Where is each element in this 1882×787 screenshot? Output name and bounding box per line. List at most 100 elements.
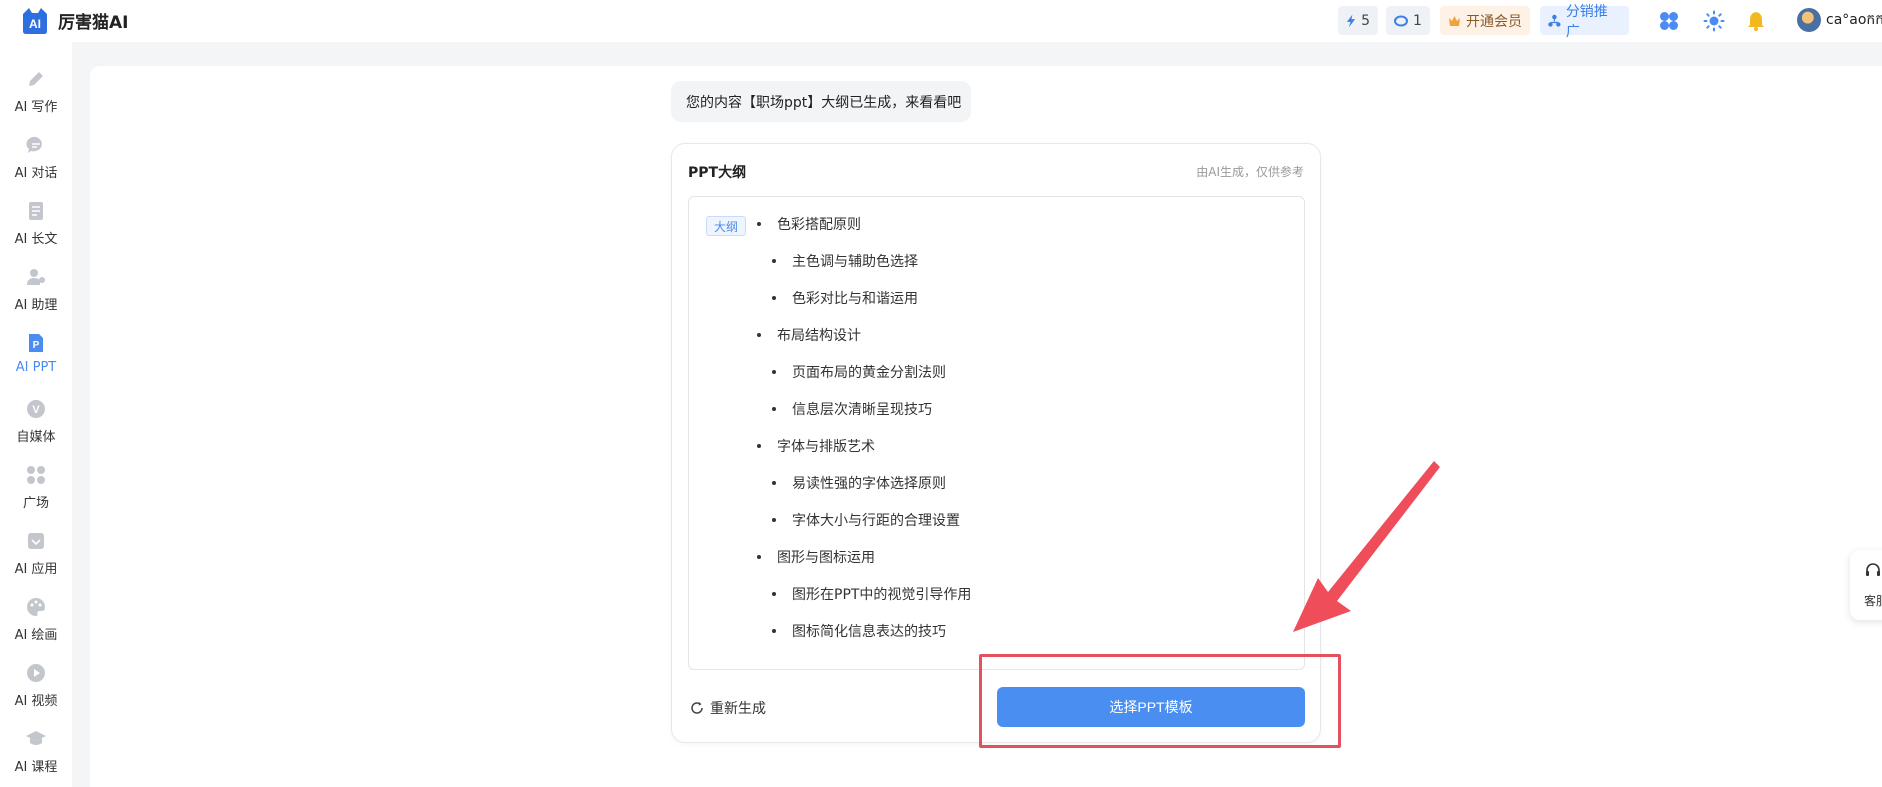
share-label: 分销推广 (1565, 3, 1608, 40)
username: ca°aoកក (1826, 11, 1882, 28)
sidebar-item-ai-apps[interactable]: AI 应用 (0, 530, 72, 586)
brand-name: 厉害猫AI (58, 12, 129, 33)
outline-item: 字体与排版艺术 (757, 436, 875, 456)
sidebar-item-ai-chat[interactable]: AI 对话 (0, 134, 72, 190)
outline-text: 布局结构设计 (777, 328, 861, 344)
sidebar-item-plaza[interactable]: 广场 (0, 464, 72, 520)
user-menu[interactable]: ca°aoកក (1797, 8, 1882, 32)
outline-text: 字体大小与行距的合理设置 (792, 513, 960, 529)
brand-logo-text: AI (29, 17, 41, 31)
outline-content: 大纲 色彩搭配原则 主色调与辅助色选择 色彩对比与和谐运用 布局结构设计 页面布… (688, 196, 1305, 670)
bullet (772, 407, 776, 411)
assistant-message: 您的内容【职场ppt】大纲已生成，来看看吧 (671, 81, 971, 122)
sidebar-item-label: AI 应用 (14, 562, 58, 577)
energy-counter[interactable]: 5 (1338, 6, 1378, 35)
outline-text: 图形与图标运用 (777, 550, 875, 566)
bullet (757, 222, 761, 226)
outline-item: 图形与图标运用 (757, 547, 875, 567)
bullet (772, 370, 776, 374)
brand-logo-icon: AI (23, 8, 47, 34)
vip-label: 开通会员 (1466, 13, 1522, 30)
sidebar-item-label: AI 绘画 (14, 628, 58, 643)
outline-item: 色彩对比与和谐运用 (772, 288, 918, 308)
bullet (757, 555, 761, 559)
document-icon (29, 202, 43, 220)
annotation-arrow-icon (1293, 461, 1440, 632)
outline-item: 色彩搭配原则 (757, 214, 861, 234)
play-icon (27, 664, 45, 682)
outline-text: 色彩搭配原则 (777, 217, 861, 233)
customer-service-label: 客服 (1864, 594, 1882, 608)
regenerate-label: 重新生成 (710, 701, 766, 717)
avatar (1797, 8, 1821, 32)
outline-text: 字体与排版艺术 (777, 439, 875, 455)
bullet (772, 518, 776, 522)
sidebar-item-ai-ppt[interactable]: P AI PPT (0, 332, 72, 388)
outline-text: 页面布局的黄金分割法则 (792, 365, 946, 381)
palette-icon (27, 598, 45, 616)
outline-item: 主色调与辅助色选择 (772, 251, 918, 271)
apps-grid-icon[interactable] (1658, 10, 1680, 32)
sidebar-item-ai-longform[interactable]: AI 长文 (0, 200, 72, 256)
refresh-icon (691, 702, 703, 714)
outline-text: 图标简化信息表达的技巧 (792, 624, 946, 640)
bullet (772, 296, 776, 300)
outline-item: 易读性强的字体选择原则 (772, 473, 946, 493)
assistant-icon (27, 269, 45, 285)
outline-item: 图标简化信息表达的技巧 (772, 621, 946, 641)
outline-item: 图形在PPT中的视觉引导作用 (772, 584, 971, 604)
sidebar-item-ai-video[interactable]: AI 视频 (0, 662, 72, 718)
outline-text: 色彩对比与和谐运用 (792, 291, 918, 307)
sidebar-item-label: AI PPT (15, 360, 57, 375)
top-bar: AI 厉害猫AI 5 1 开通会员 分销推广 ca°aoកក (0, 0, 1882, 42)
customer-service-float[interactable]: 客服 (1850, 550, 1882, 620)
sidebar-item-label: AI 课程 (14, 760, 58, 775)
sidebar-item-self-media[interactable]: V 自媒体 (0, 398, 72, 454)
outline-item: 布局结构设计 (757, 325, 861, 345)
chat-bubble-icon (26, 136, 42, 153)
sidebar-item-label: AI 视频 (14, 694, 58, 709)
sidebar-item-label: AI 长文 (14, 232, 58, 247)
share-button[interactable]: 分销推广 (1540, 4, 1629, 40)
pen-icon (29, 72, 43, 86)
brand[interactable]: AI 厉害猫AI (20, 5, 128, 35)
headset-icon (1866, 563, 1880, 576)
network-icon (1548, 14, 1561, 27)
bullet (772, 259, 776, 263)
outline-tag: 大纲 (706, 216, 746, 236)
outline-text: 主色调与辅助色选择 (792, 254, 918, 270)
ai-disclaimer: 由AI生成，仅供参考 (1196, 165, 1304, 179)
sidebar-item-label: 自媒体 (16, 430, 56, 445)
sidebar-item-ai-course[interactable]: AI 课程 (0, 728, 72, 784)
ppt-icon: P (29, 334, 43, 352)
v-badge-letter: V (32, 404, 40, 416)
bullet (757, 444, 761, 448)
sidebar-item-label: 广场 (22, 496, 49, 511)
graduation-cap-icon (26, 731, 46, 745)
bell-icon[interactable] (1745, 10, 1767, 32)
outline-item: 字体大小与行距的合理设置 (772, 510, 960, 530)
sidebar-item-ai-assistant[interactable]: AI 助理 (0, 266, 72, 322)
bullet (772, 629, 776, 633)
ppt-icon-letter: P (33, 340, 40, 351)
sidebar-item-ai-writing[interactable]: AI 写作 (0, 68, 72, 124)
bullet (772, 481, 776, 485)
card-title: PPT大纲 (688, 165, 747, 181)
regenerate-button[interactable]: 重新生成 (690, 698, 766, 718)
vip-button[interactable]: 开通会员 (1440, 6, 1530, 35)
energy-count: 5 (1361, 12, 1370, 29)
sun-icon[interactable] (1703, 10, 1725, 32)
sidebar-item-label: AI 写作 (14, 100, 58, 115)
coin-counter[interactable]: 1 (1386, 6, 1430, 35)
bullet (757, 333, 761, 337)
coin-count: 1 (1413, 12, 1422, 29)
outline-card: PPT大纲 由AI生成，仅供参考 大纲 色彩搭配原则 主色调与辅助色选择 色彩对… (671, 143, 1321, 743)
app-box-icon (28, 533, 44, 549)
lightning-icon (1346, 14, 1356, 27)
coin-icon (1394, 15, 1409, 26)
outline-text: 信息层次清晰呈现技巧 (792, 402, 932, 418)
sidebar-item-label: AI 对话 (14, 166, 58, 181)
sidebar-item-ai-painting[interactable]: AI 绘画 (0, 596, 72, 652)
outline-text: 易读性强的字体选择原则 (792, 476, 946, 492)
outline-item: 页面布局的黄金分割法则 (772, 362, 946, 382)
